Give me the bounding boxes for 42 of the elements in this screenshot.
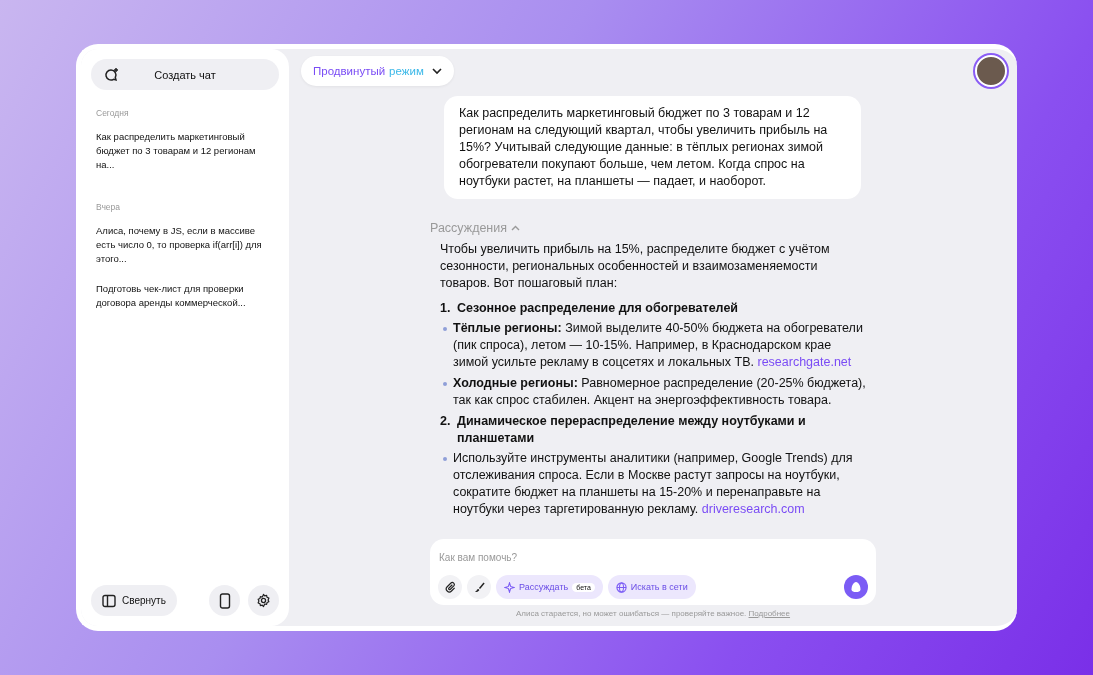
voice-assistant-button[interactable] xyxy=(844,575,868,599)
avatar[interactable] xyxy=(975,55,1007,87)
source-link[interactable]: driveresearch.com xyxy=(701,502,805,516)
bullet-text: Тёплые регионы: Зимой выделите 40-50% бюджета на обогреватели (пик спроса), летом — 10-15%. Например, в Краснодарском крае зимой усильте рекламу в соцсетях и локальных ТВ. researchgate.net xyxy=(453,320,864,371)
blob-icon xyxy=(850,581,862,593)
mode-selector[interactable]: Продвинутый режим xyxy=(301,56,454,86)
brush-icon xyxy=(473,581,485,593)
settings-button[interactable] xyxy=(248,585,279,616)
paperclip-icon xyxy=(444,581,456,593)
message-input[interactable]: Как вам помочь? xyxy=(438,552,869,575)
chat-history-item[interactable]: Алиса, почему в JS, если в массиве есть число 0, то проверка if(arr[i]) для этого... xyxy=(91,220,279,270)
answer-paragraph: Чтобы увеличить прибыль на 15%, распределите бюджет с учётом сезонности, региональных особенностей и взаимозаменяемости товаров. Вот пошаговый план: xyxy=(440,241,831,292)
web-search-button[interactable]: Искать в сети xyxy=(607,575,696,599)
phone-button[interactable] xyxy=(209,585,240,616)
sidebar-icon xyxy=(102,593,116,608)
settings-icon xyxy=(256,593,271,608)
chevron-up-icon xyxy=(511,225,521,231)
phone-icon xyxy=(218,592,231,609)
step-number: 2. xyxy=(440,413,450,430)
step-number: 1. xyxy=(440,300,450,317)
step-heading: Сезонное распределение для обогревателей xyxy=(457,300,738,317)
attach-button[interactable] xyxy=(438,575,462,599)
chat-plus-icon xyxy=(103,66,119,83)
disclaimer-text: Алиса старается, но может ошибаться — проверяйте важное. Подробнее xyxy=(514,609,792,618)
group-label: Сегодня xyxy=(96,108,130,118)
chat-history-item[interactable]: Подготовь чек-лист для проверки договора аренды коммерческой... xyxy=(91,278,279,314)
bullet-icon xyxy=(443,457,447,461)
draw-button[interactable] xyxy=(467,575,491,599)
new-chat-button[interactable]: Создать чат xyxy=(91,59,279,90)
source-link[interactable]: researchgate.net xyxy=(757,355,852,369)
chevron-down-icon xyxy=(431,67,442,75)
user-message: Как распределить маркетинговый бюджет по 3 товарам и 12 регионам на следующий квартал, чтобы увеличить прибыль на 15%? Учитывай следующие данные: в тёплых регионах зимой обогреватели покупают больше, чем летом. Когда спрос на ноутбуки растет, на планшеты — падает, и наоборот. xyxy=(444,96,861,199)
sparkle-icon xyxy=(504,581,515,593)
bullet-icon xyxy=(443,382,447,386)
collapse-button[interactable]: Свернуть xyxy=(91,585,177,616)
bullet-icon xyxy=(443,327,447,331)
chat-history-item[interactable]: Как распределить маркетинговый бюджет по 3 товарам и 12 регионам на... xyxy=(91,126,279,176)
bullet-text: Холодные регионы: Равномерное распределение (20-25% бюджета), так как спрос стабилен. Акцент на энергоэффективность товара. xyxy=(453,375,866,409)
group-label: Вчера xyxy=(96,202,121,212)
globe-icon xyxy=(615,581,627,593)
bullet-text: Используйте инструменты аналитики (например, Google Trends) для отслеживания спроса. Если в Москве растут запросы на ноутбуки, сократите бюджет на планшеты на 15-20% и перенаправьте на ноутбуки через таргетированную рекламу. driveresearch.com xyxy=(453,450,854,518)
step-heading: Динамическое перераспределение между ноутбуками и планшетами xyxy=(457,413,807,447)
